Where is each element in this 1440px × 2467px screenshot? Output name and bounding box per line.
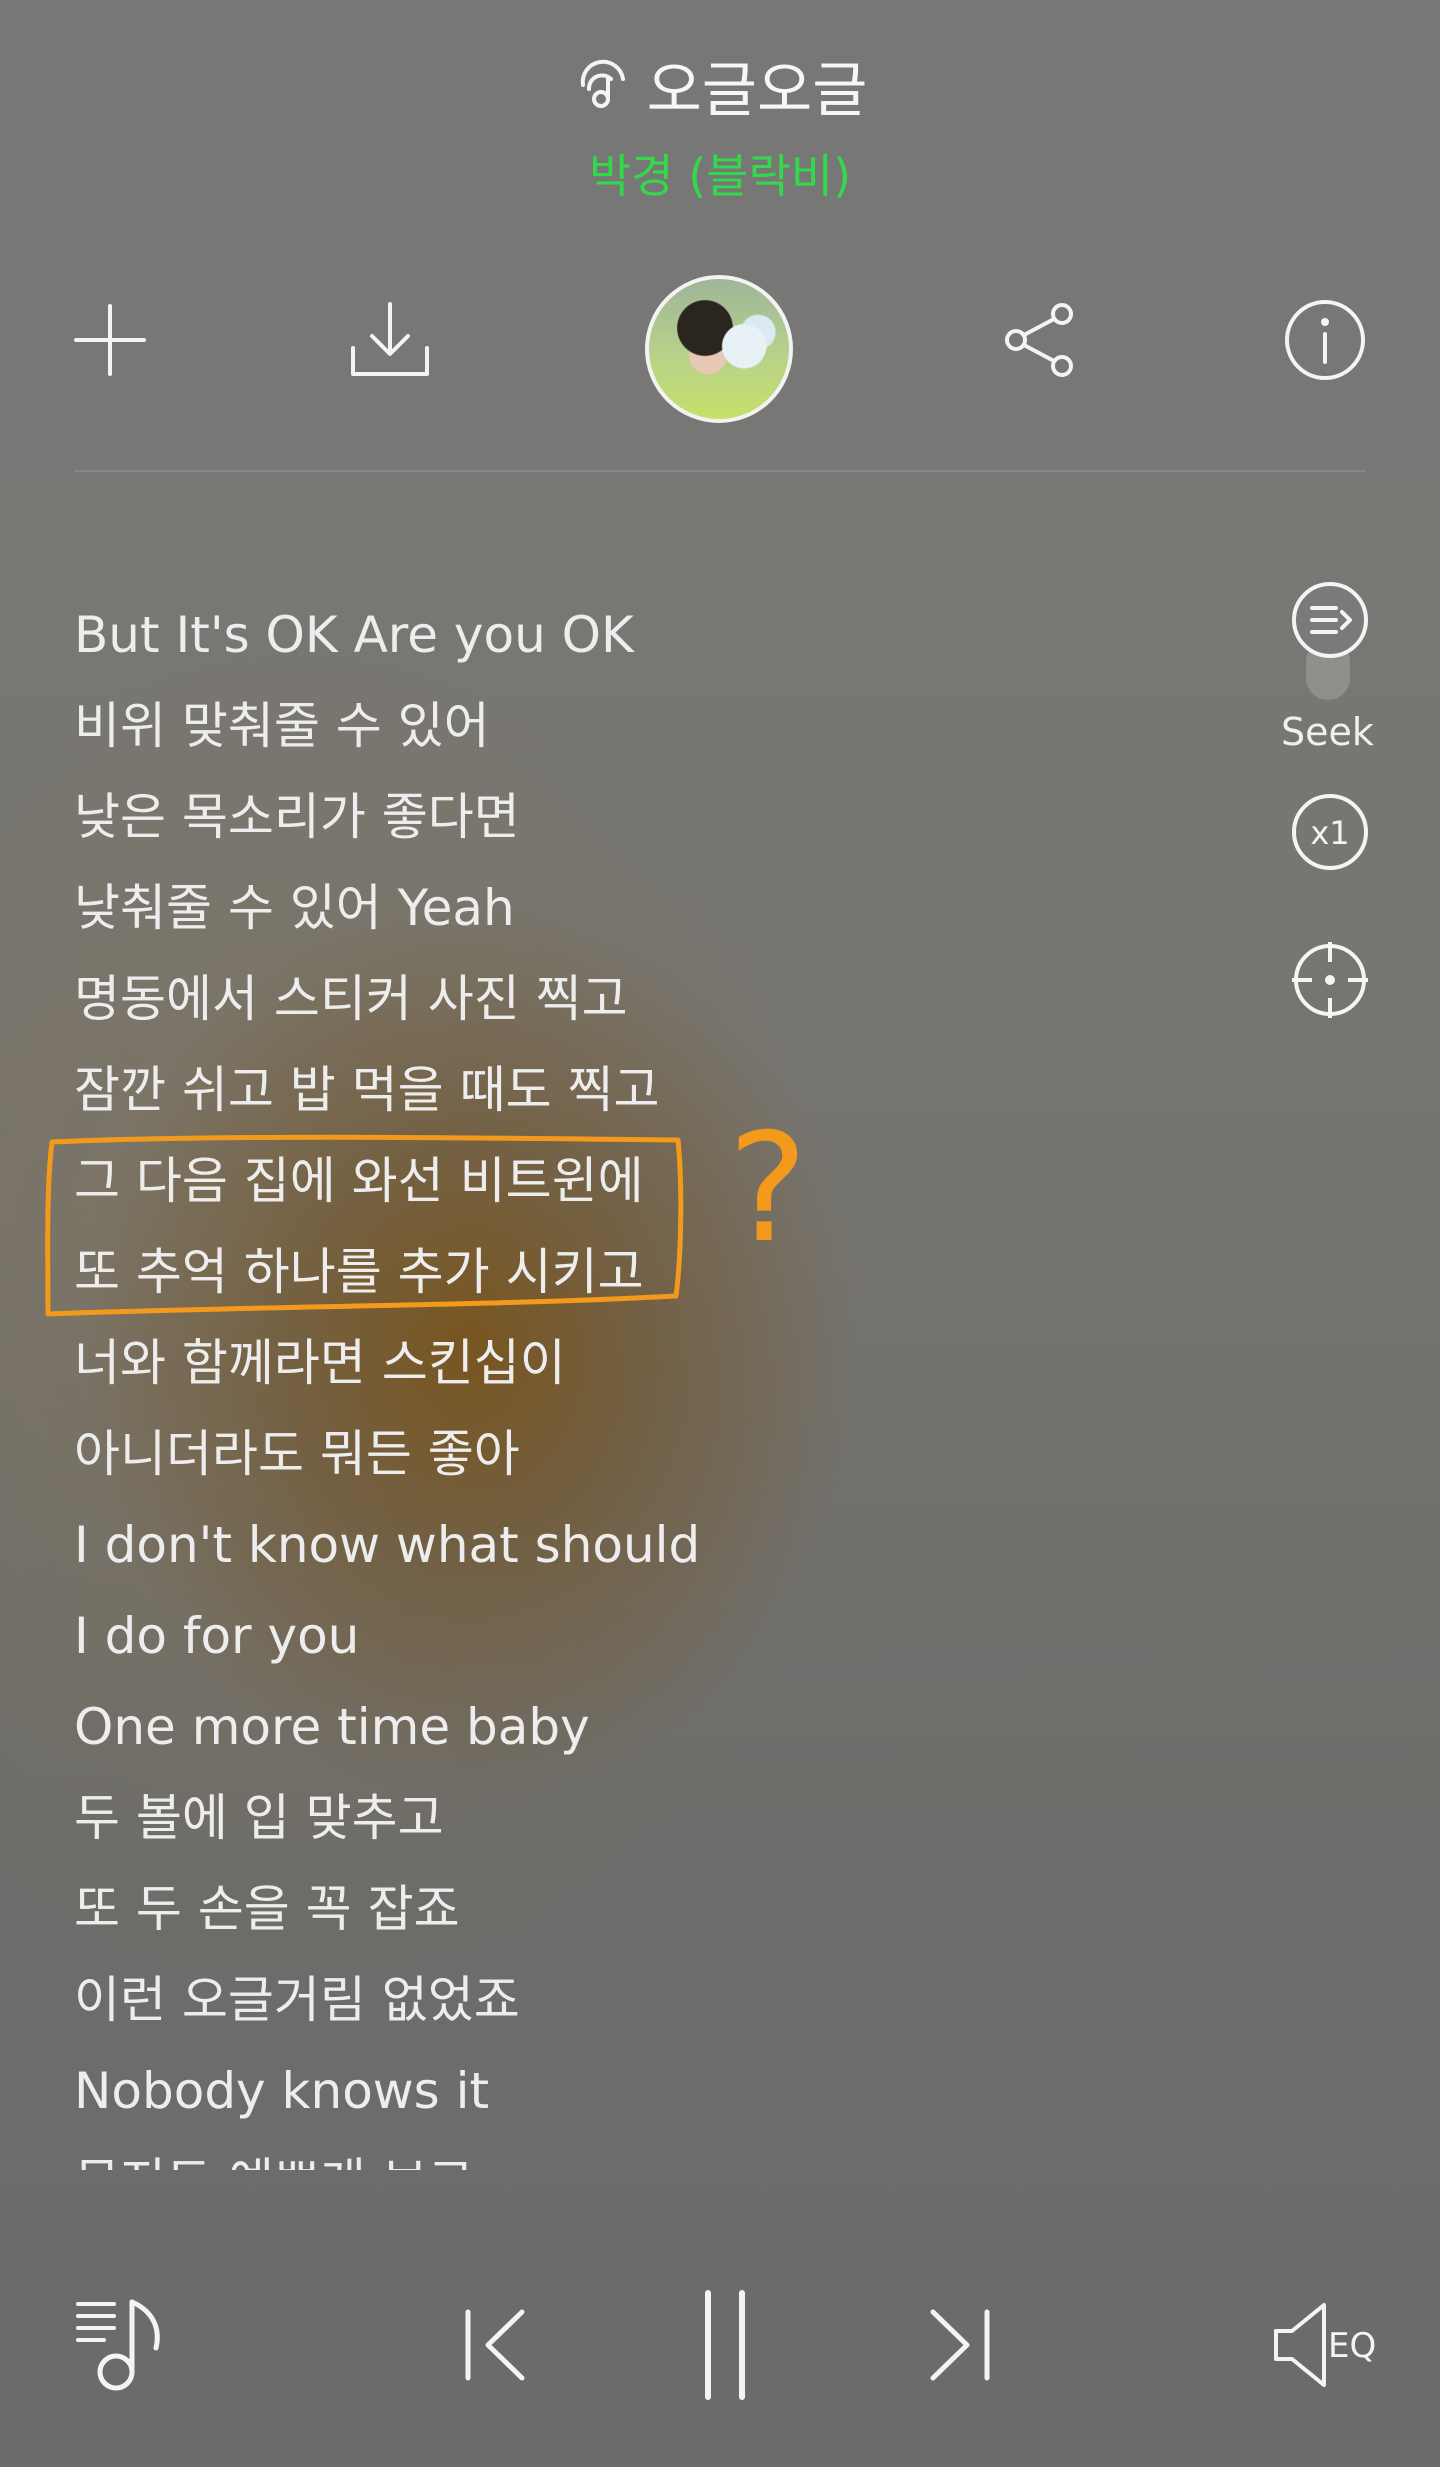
- playback-speed-button[interactable]: x1: [1285, 787, 1375, 877]
- speaker-eq-icon[interactable]: EQ: [1270, 2295, 1390, 2395]
- speed-label: x1: [1310, 814, 1349, 852]
- lyric-line[interactable]: 그 다음 집에 와선 비트윈에: [74, 1136, 1174, 1227]
- auto-scroll-icon[interactable]: [1285, 575, 1375, 665]
- info-icon[interactable]: [1275, 290, 1375, 390]
- header-divider: [74, 470, 1366, 472]
- seek-label: Seek: [1281, 710, 1374, 754]
- next-icon[interactable]: [905, 2290, 1015, 2400]
- lyric-line[interactable]: 두 볼에 입 맞추고: [74, 1773, 1174, 1864]
- lyric-line[interactable]: 또 추억 하나를 추가 시키고: [74, 1227, 1174, 1318]
- song-title-row: 오글오글: [0, 40, 1440, 130]
- lyric-line[interactable]: 비위 맞춰줄 수 있어: [74, 681, 1174, 772]
- lyric-line[interactable]: 너와 함께라면 스킨십이: [74, 1318, 1174, 1409]
- download-icon[interactable]: [340, 290, 440, 390]
- lyric-line[interactable]: 명동에서 스티커 사진 찍고: [74, 954, 1174, 1045]
- lyric-line[interactable]: 이런 오글거림 없었죠: [74, 1955, 1174, 2046]
- lyric-line[interactable]: 잠깐 쉬고 밥 먹을 때도 찍고: [74, 1045, 1174, 1136]
- lyric-line[interactable]: 낮은 목소리가 좋다면: [74, 772, 1174, 863]
- lyric-line[interactable]: 낮춰줄 수 있어 Yeah: [74, 863, 1174, 954]
- player-header: 오글오글 박경 (블락비): [0, 0, 1440, 230]
- playlist-note-icon[interactable]: [70, 2290, 180, 2400]
- eq-label: EQ: [1328, 2326, 1376, 2366]
- lyrics-list[interactable]: But It's OK Are you OK 비위 맞춰줄 수 있어 낮은 목소…: [74, 590, 1174, 2170]
- album-art-avatar[interactable]: [645, 275, 793, 423]
- lyric-line[interactable]: Nobody knows it: [74, 2046, 1174, 2137]
- crosshair-icon[interactable]: [1285, 935, 1375, 1025]
- pause-icon[interactable]: [670, 2280, 780, 2410]
- lyric-line[interactable]: 아니더라도 뭐든 좋아: [74, 1409, 1174, 1500]
- lyric-line[interactable]: But It's OK Are you OK: [74, 590, 1174, 681]
- previous-icon[interactable]: [440, 2290, 550, 2400]
- action-toolbar: [0, 270, 1440, 430]
- lyric-line[interactable]: 또 두 손을 꼭 잡죠: [74, 1864, 1174, 1955]
- player-controls: EQ: [0, 2270, 1440, 2430]
- share-icon[interactable]: [990, 290, 1090, 390]
- lyric-line[interactable]: 무지도 예쁘게 보고: [74, 2137, 1174, 2170]
- lyric-line[interactable]: I don't know what should: [74, 1500, 1174, 1591]
- lyric-line[interactable]: One more time baby: [74, 1682, 1174, 1773]
- artist-name[interactable]: 박경 (블락비): [0, 140, 1440, 206]
- song-title: 오글오글: [646, 55, 868, 126]
- music-note-search-icon[interactable]: [573, 55, 633, 115]
- plus-icon[interactable]: [60, 290, 160, 390]
- lyric-line[interactable]: I do for you: [74, 1591, 1174, 1682]
